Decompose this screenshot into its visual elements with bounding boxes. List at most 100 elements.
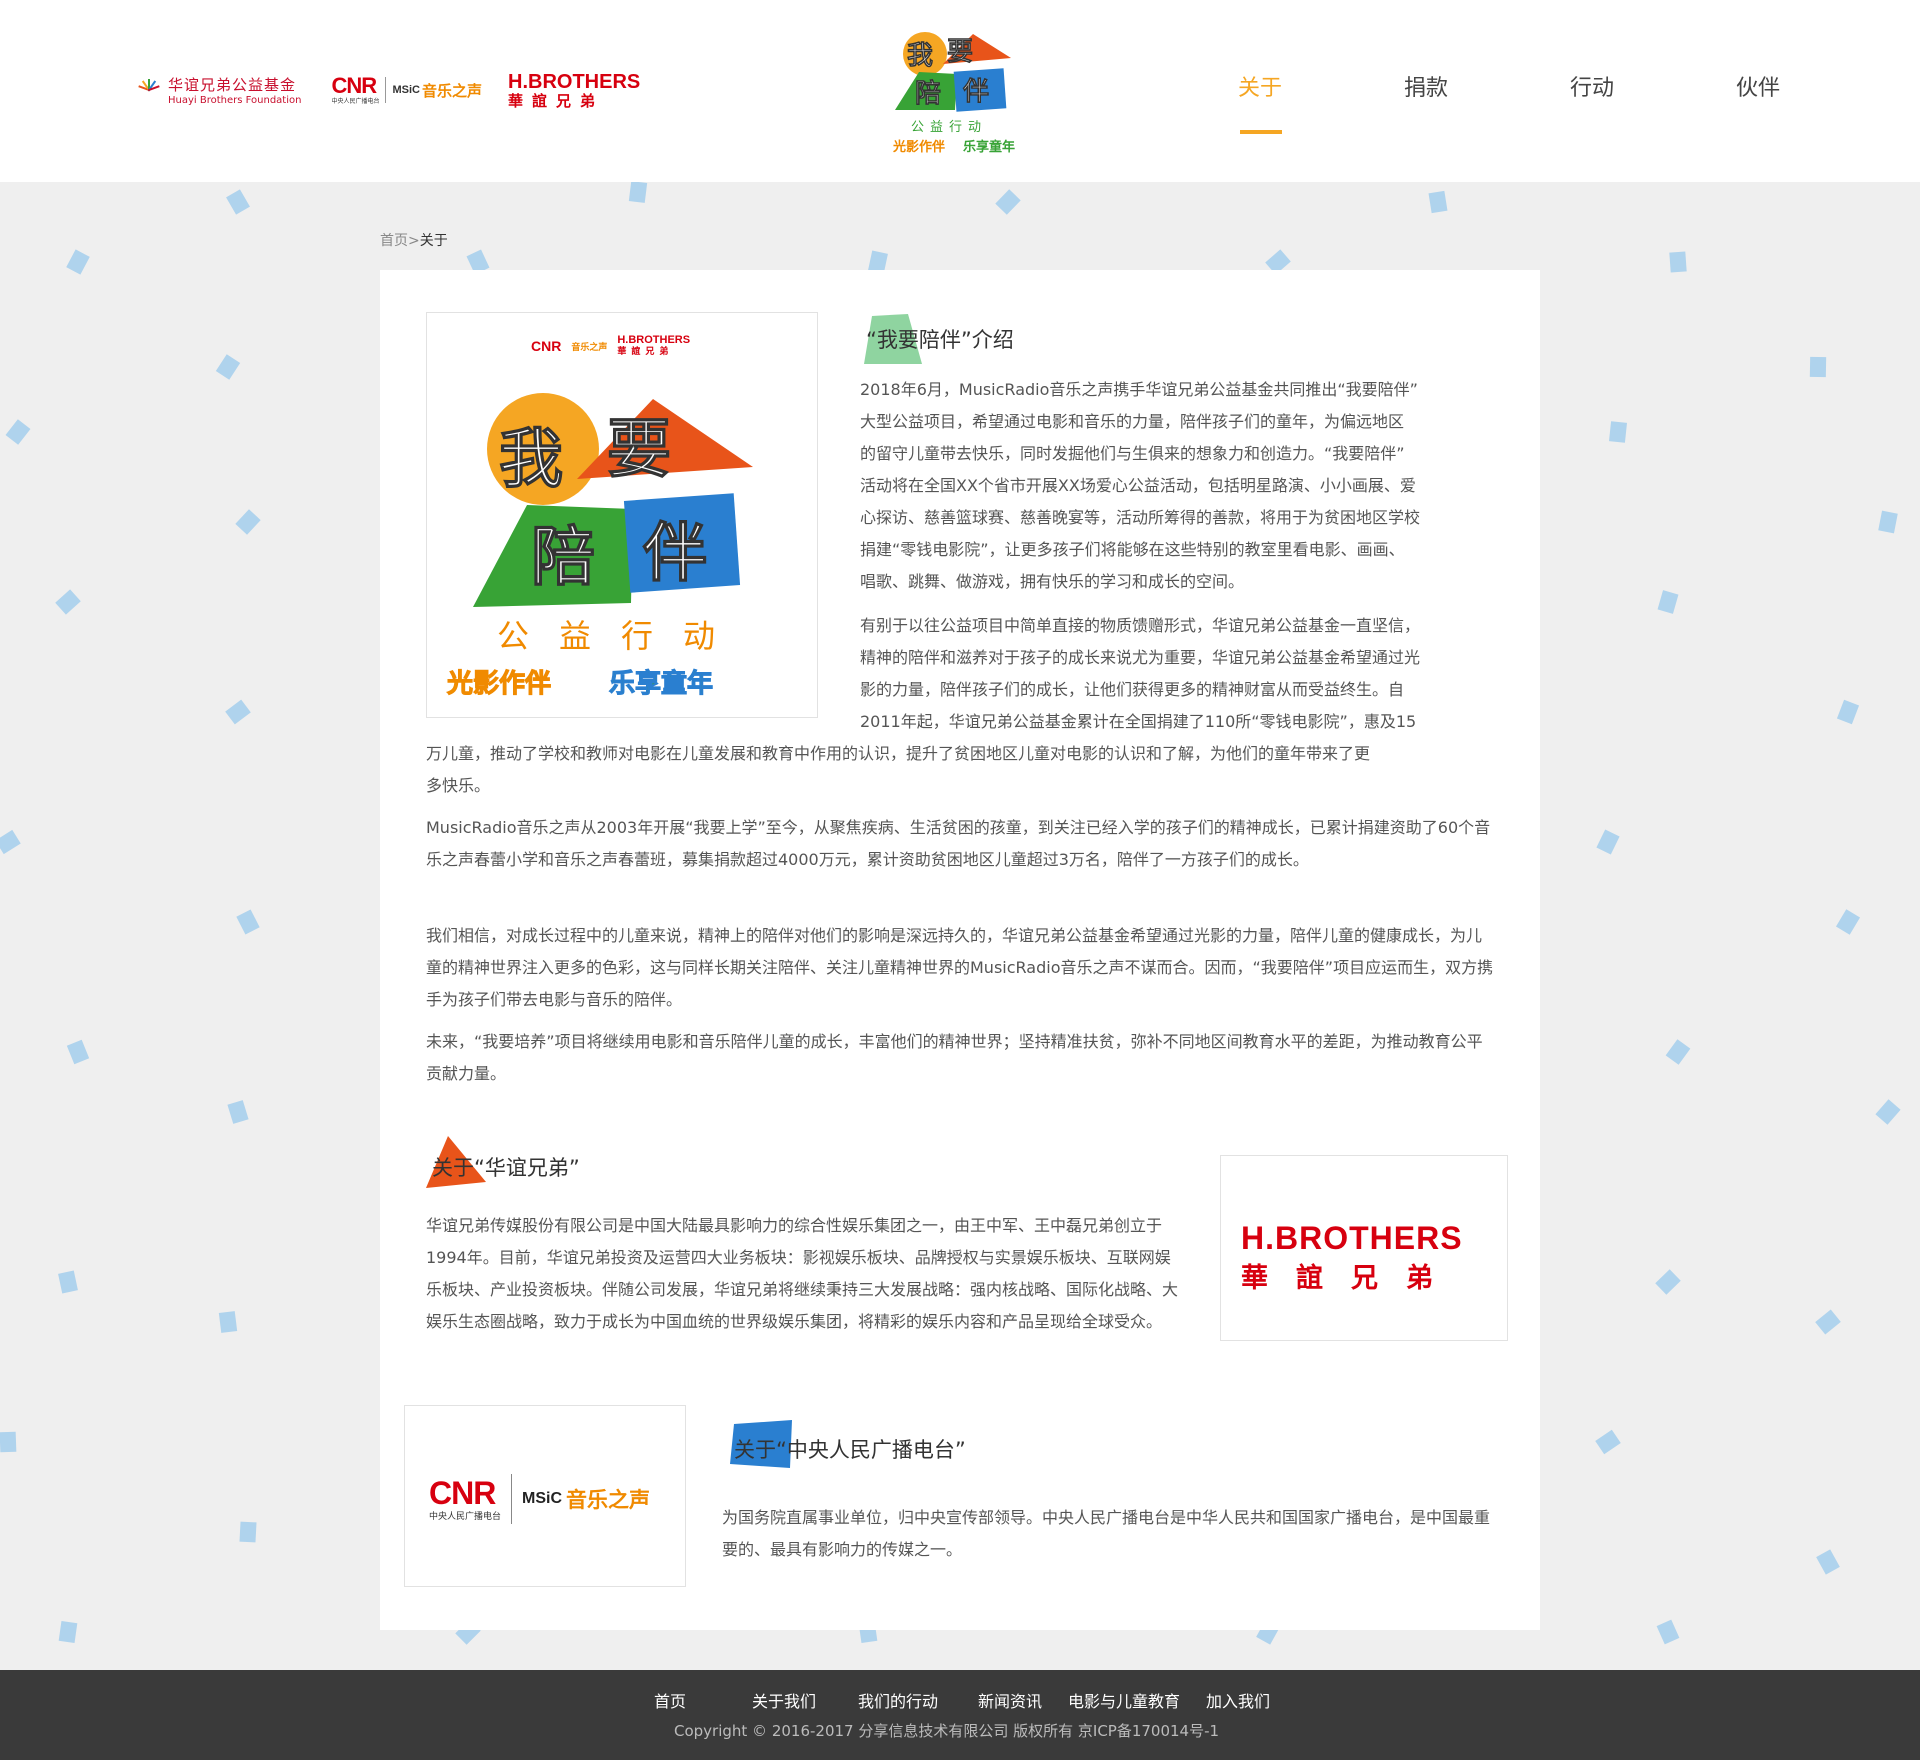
cnr-subtitle: 中央人民广播电台 [331, 98, 380, 105]
confetti-piece [0, 1431, 17, 1453]
poster-title-graphic: 我 要 陪 伴 [473, 393, 753, 607]
confetti-piece [1878, 510, 1898, 534]
logo-tagline-b: 乐享童年 [963, 140, 1016, 155]
logo-tagline-a: 光影作伴 [893, 140, 946, 155]
intro-paragraph-1: 2018年6月，MusicRadio音乐之声携手华谊兄弟公益基金共同推出“我要陪… [860, 380, 1421, 591]
confetti-piece [995, 189, 1021, 215]
confetti-piece [218, 1311, 238, 1333]
confetti-piece [1657, 590, 1679, 614]
footer-link-join[interactable]: 加入我们 [1206, 1688, 1270, 1712]
confetti-piece [1835, 909, 1861, 935]
confetti-piece [66, 249, 90, 275]
poster-tagline-a: 光影作伴 [446, 669, 552, 700]
hbrothers-box-en: H.BROTHERS [1241, 1220, 1463, 1256]
site-header: 华谊兄弟公益基金 Huayi Brothers Foundation CNR 中… [0, 0, 1920, 182]
confetti-piece [1665, 1039, 1691, 1065]
cnr-heading: 关于“中央人民广播电台” [730, 1420, 966, 1468]
confetti-piece [1816, 1549, 1840, 1575]
confetti-piece [5, 419, 31, 445]
hbrothers-en: H.BROTHERS [508, 70, 641, 93]
confetti-piece [227, 1100, 249, 1124]
confetti-piece [1655, 1269, 1681, 1295]
huayi-foundation-en: Huayi Brothers Foundation [168, 95, 302, 106]
intro-paragraph-4: 我们相信，对成长过程中的儿童来说，精神上的陪伴对他们的影响是深远持久的，华谊兄弟… [426, 926, 1494, 1009]
confetti-piece [226, 189, 250, 215]
confetti-piece [58, 1270, 78, 1294]
huayi-title: 关于“华谊兄弟” [432, 1156, 580, 1180]
breadcrumb-home[interactable]: 首页 [380, 233, 408, 249]
intro-paragraph-2b: 万儿童，推动了学校和教师对电影在儿童发展和教育中作用的认识，提升了贫困地区儿童对… [426, 744, 1371, 795]
confetti-piece [215, 354, 241, 380]
huayi-paragraph: 华谊兄弟传媒股份有限公司是中国大陆最具影响力的综合性娱乐集团之一，由王中军、王中… [426, 1216, 1179, 1331]
hbrothers-box-cn: 華誼兄弟 [1241, 1263, 1461, 1294]
poster-partner-logos: CNR 音乐之声 H.BROTHERS 華誼兄弟 [531, 335, 690, 357]
footer-copyright: Copyright © 2016-2017 分享信息技术有限公司 版权所有 京I… [674, 1722, 1220, 1740]
poster-tagline-b: 乐享童年 [609, 669, 714, 700]
huayi-foundation-cn: 华谊兄弟公益基金 [168, 76, 297, 94]
logo-char-ban: 伴 [962, 77, 989, 107]
confetti-piece [1608, 421, 1628, 443]
logo-char-yao: 要 [947, 37, 973, 67]
footer-link-home[interactable]: 首页 [654, 1688, 752, 1712]
poster-cnr: CNR [531, 338, 562, 354]
confetti-piece [628, 182, 648, 203]
nav-about[interactable]: 关于 [1238, 70, 1404, 134]
confetti-piece [1875, 1099, 1901, 1125]
confetti-piece [55, 589, 81, 615]
hbrothers-logo[interactable]: H.BROTHERS 華誼兄弟 [508, 72, 640, 109]
music-wordmark: MSiC [392, 84, 420, 96]
cnr-title: 关于“中央人民广播电台” [734, 1438, 966, 1462]
confetti-piece [1836, 699, 1860, 725]
cnr-music-logo[interactable]: CNR 中央人民广播电台 MSiC 音乐之声 [331, 75, 482, 105]
confetti-piece [225, 699, 251, 725]
main-nav: 关于 捐款 行动 伙伴 [1238, 70, 1902, 134]
confetti-piece [0, 829, 21, 855]
breadcrumb-separator: > [408, 233, 420, 249]
poster-tagline: 光影作伴 乐享童年 [446, 663, 714, 700]
hbrothers-logo-box: H.BROTHERS 華誼兄弟 [1220, 1155, 1508, 1341]
content-card: CNR 音乐之声 H.BROTHERS 華誼兄弟 我 要 陪 伴 公益行动 光影作… [380, 270, 1540, 1630]
cnr-box-music: MSiC [522, 1490, 563, 1507]
footer-link-about[interactable]: 关于我们 [752, 1688, 858, 1712]
cnr-box-divider [511, 1474, 513, 1524]
intro-title: “我要陪伴”介绍 [866, 328, 1014, 352]
hbrothers-cn: 華誼兄弟 [508, 91, 605, 110]
breadcrumb: 首页>关于 [380, 230, 448, 250]
confetti-piece [1595, 1429, 1621, 1455]
cnr-wordmark: CNR [331, 73, 377, 98]
footer-link-actions[interactable]: 我们的行动 [858, 1688, 978, 1712]
nav-action[interactable]: 行动 [1570, 70, 1736, 102]
poster-music: 音乐之声 [571, 342, 608, 353]
confetti-piece [1656, 1619, 1680, 1645]
poster-char-wo: 我 [499, 423, 563, 497]
confetti-piece [236, 909, 260, 935]
huayi-foundation-logo[interactable]: 华谊兄弟公益基金 Huayi Brothers Foundation [136, 74, 301, 106]
logo-char-pei: 陪 [915, 78, 941, 109]
cnr-box-wordmark: CNR [429, 1474, 496, 1511]
poster-char-pei: 陪 [531, 521, 595, 595]
logo-divider [385, 77, 387, 103]
intro-paragraph-3: MusicRadio音乐之声从2003年开展“我要上学”至今，从聚焦疾病、生活贫… [426, 818, 1491, 869]
intro-paragraph-2a: 有别于以往公益项目中简单直接的物质馈赠形式，华谊兄弟公益基金一直坚信， 精神的陪… [860, 616, 1421, 731]
nav-partners[interactable]: 伙伴 [1736, 70, 1902, 102]
poster-char-ban: 伴 [642, 517, 707, 591]
cnr-logo-box: CNR 中央人民广播电台 MSiC 音乐之声 [404, 1405, 686, 1587]
site-footer: 首页 关于我们 我们的行动 新闻资讯 电影与儿童教育 加入我们 Copyrigh… [0, 1670, 1920, 1760]
breadcrumb-current: 关于 [419, 233, 448, 249]
confetti-piece [1428, 190, 1448, 214]
campaign-logo[interactable]: 我 要 陪 伴 公益行动 光影作伴 乐享童年 [885, 28, 1035, 156]
poster-char-yao: 要 [607, 413, 671, 487]
poster-subtitle: 公益行动 [497, 617, 746, 655]
confetti-piece [66, 1039, 90, 1065]
intro-paragraph-5: 未来，“我要培养”项目将继续用电影和音乐陪伴儿童的成长，丰富他们的精神世界；坚持… [426, 1032, 1483, 1083]
nav-donate[interactable]: 捐款 [1404, 70, 1570, 102]
poster-hbrothers: H.BROTHERS 華誼兄弟 [617, 334, 691, 356]
confetti-piece [235, 509, 261, 535]
confetti-piece [58, 1620, 78, 1644]
footer-links: 首页 关于我们 我们的行动 新闻资讯 电影与儿童教育 加入我们 [654, 1688, 1270, 1712]
footer-link-news[interactable]: 新闻资讯 [978, 1688, 1068, 1712]
campaign-poster-image: CNR 音乐之声 H.BROTHERS 華誼兄弟 我 要 陪 伴 公益行动 光影作… [426, 312, 818, 718]
burst-icon [136, 77, 162, 103]
campaign-logo-graphic: 我 要 陪 伴 [895, 32, 1011, 112]
footer-link-education[interactable]: 电影与儿童教育 [1068, 1688, 1206, 1712]
